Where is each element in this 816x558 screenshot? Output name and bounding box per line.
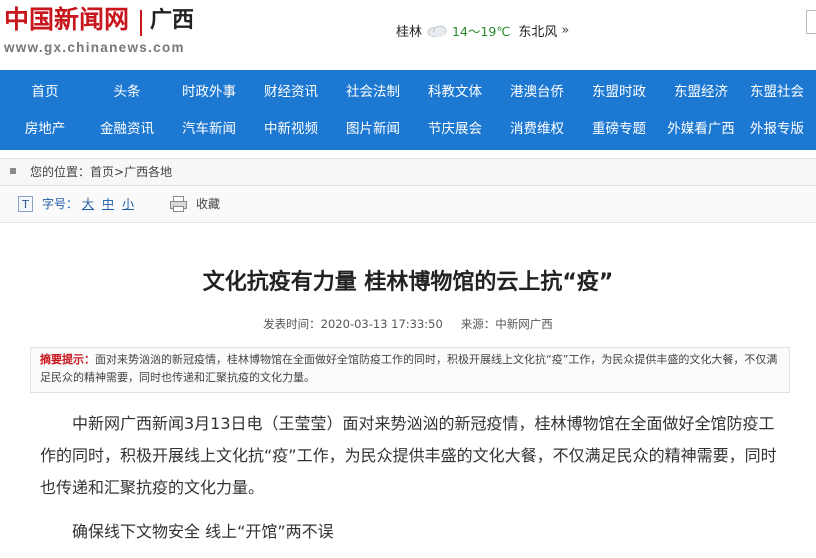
nav-item[interactable]: 头条 (86, 74, 168, 110)
favorite-link[interactable]: 收藏 (196, 186, 220, 222)
site-logo[interactable]: 中国新闻网 (4, 5, 129, 35)
nav-item[interactable]: 时政外事 (168, 74, 250, 110)
breadcrumb-separator: > (114, 165, 125, 179)
publish-time: 发表时间：2020-03-13 17:33:50 (263, 317, 443, 331)
nav-row-1: 首页 头条 时政外事 财经资讯 社会法制 科教文体 港澳台侨 东盟时政 东盟经济… (0, 74, 816, 110)
article-meta: 发表时间：2020-03-13 17:33:50 来源：中新网广西 (0, 314, 816, 334)
nav-item[interactable]: 节庆展会 (414, 111, 496, 147)
region-name[interactable]: 广西 (150, 6, 194, 36)
nav-item[interactable]: 中新视频 (250, 111, 332, 147)
breadcrumb: 您的位置：首页>广西各地 (0, 158, 816, 186)
article-toolbar: T 字号： 大 中 小 收藏 (0, 186, 816, 223)
font-size-large-link[interactable]: 大 (82, 186, 94, 222)
weather-more-arrow[interactable]: » (561, 23, 569, 38)
nav-item[interactable]: 房地产 (4, 111, 86, 147)
bullet-icon (10, 168, 16, 174)
weather-widget[interactable]: 桂林 14～19℃ 东北风 » (396, 21, 569, 40)
site-header: 中国新闻网 广西 www.gx.chinanews.com 桂林 14～19℃ … (0, 0, 816, 70)
nav-item[interactable]: 财经资讯 (250, 74, 332, 110)
nav-item[interactable]: 图片新闻 (332, 111, 414, 147)
weather-city: 桂林 (396, 25, 423, 40)
nav-item[interactable]: 科教文体 (414, 74, 496, 110)
main-nav: 首页 头条 时政外事 财经资讯 社会法制 科教文体 港澳台侨 东盟时政 东盟经济… (0, 70, 816, 150)
weather-temperature: 14～19℃ (452, 24, 511, 39)
article-body: 中新网广西新闻3月13日电（王莹莹）面对来势汹汹的新冠疫情，桂林博物馆在全面做好… (40, 408, 790, 504)
nav-item[interactable]: 港澳台侨 (496, 74, 578, 110)
breadcrumb-section-link[interactable]: 广西各地 (124, 165, 172, 179)
article-source: 来源：中新网广西 (460, 317, 553, 331)
nav-item[interactable]: 外媒看广西 (660, 111, 742, 147)
nav-item[interactable]: 东盟社会 (742, 74, 816, 110)
weather-wind: 东北风 (518, 25, 558, 40)
summary-text: 面对来势汹汹的新冠疫情，桂林博物馆在全面做好全馆防疫工作的同时，积极开展线上文化… (40, 353, 778, 384)
article-summary: 摘要提示：面对来势汹汹的新冠疫情，桂林博物馆在全面做好全馆防疫工作的同时，积极开… (30, 347, 790, 393)
logo-divider (140, 10, 142, 36)
nav-item[interactable]: 汽车新闻 (168, 111, 250, 147)
nav-item[interactable]: 东盟时政 (578, 74, 660, 110)
nav-row-2: 房地产 金融资讯 汽车新闻 中新视频 图片新闻 节庆展会 消费维权 重磅专题 外… (0, 111, 816, 147)
nav-item[interactable]: 金融资讯 (86, 111, 168, 147)
cloud-icon (427, 25, 447, 37)
nav-item[interactable]: 社会法制 (332, 74, 414, 110)
font-size-small-link[interactable]: 小 (122, 186, 134, 222)
font-size-icon: T (18, 196, 33, 212)
breadcrumb-prefix: 您的位置： (30, 165, 91, 179)
site-url: www.gx.chinanews.com (4, 40, 185, 55)
nav-item[interactable]: 外报专版 (742, 111, 816, 147)
nav-item[interactable]: 东盟经济 (660, 74, 742, 110)
font-size-label: 字号： (42, 197, 79, 211)
article-subheading: 确保线下文物安全 线上“开馆”两不误 (72, 522, 334, 541)
nav-item[interactable]: 消费维权 (496, 111, 578, 147)
svg-text:T: T (21, 198, 29, 211)
nav-item[interactable]: 重磅专题 (578, 111, 660, 147)
breadcrumb-home-link[interactable]: 首页 (90, 165, 114, 179)
summary-label: 摘要提示： (40, 353, 95, 366)
nav-item[interactable]: 首页 (4, 74, 86, 110)
favorite-icon[interactable] (170, 196, 187, 212)
font-size-medium-link[interactable]: 中 (102, 186, 114, 222)
search-input[interactable] (806, 10, 816, 34)
article-paragraph: 中新网广西新闻3月13日电（王莹莹）面对来势汹汹的新冠疫情，桂林博物馆在全面做好… (40, 414, 777, 497)
article-title: 文化抗疫有力量 桂林博物馆的云上抗“疫” (202, 270, 614, 295)
